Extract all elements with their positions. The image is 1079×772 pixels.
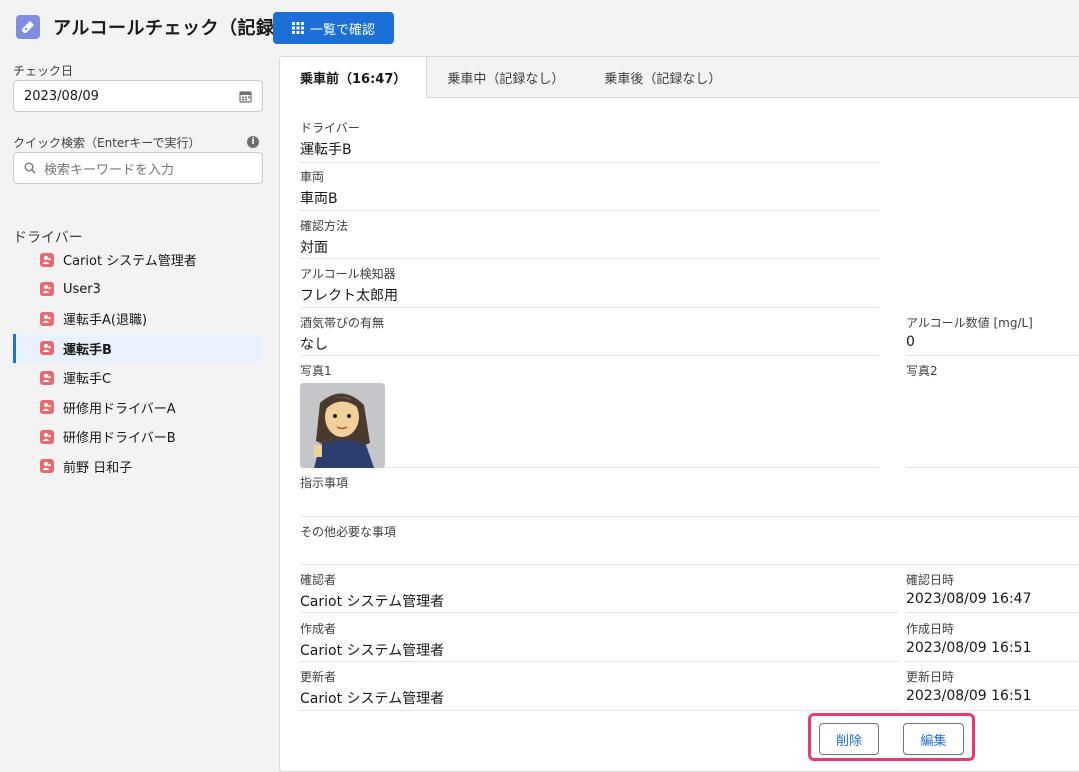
user-icon [40, 459, 54, 474]
field-value: フレクト太郎用 [300, 288, 398, 304]
sidebar-item-driver[interactable]: 運転手C [13, 363, 263, 393]
sidebar-item-driver[interactable]: 研修用ドライバーA [13, 393, 263, 423]
user-icon [40, 370, 54, 385]
user-icon [40, 429, 54, 444]
instructions-field: 指示事項 [300, 474, 1079, 517]
photo2-field: 写真2 [906, 362, 1079, 468]
quick-search-label: クイック検索（Enterキーで実行） [13, 136, 201, 150]
confirmed-at-field: 確認日時 2023/08/09 16:47 [906, 571, 1079, 613]
field-value: なし [300, 337, 328, 353]
grid-icon [291, 22, 304, 34]
calendar-icon[interactable] [239, 90, 252, 103]
detector-field: アルコール検知器 フレクト太郎用 [300, 265, 879, 308]
sidebar-item-driver[interactable]: Cariot システム管理者 [13, 245, 263, 275]
field-label: 車両 [300, 170, 325, 184]
sidebar-item-label: Cariot システム管理者 [63, 254, 197, 270]
intoxicated-field: 酒気帯びの有無 なし [300, 314, 879, 356]
sidebar-item-driver[interactable]: 前野 日和子 [13, 452, 263, 482]
field-label: 確認日時 [906, 573, 955, 587]
field-label: 更新日時 [906, 670, 955, 684]
confirmer-field: 確認者 Cariot システム管理者 [300, 571, 899, 613]
updated-at-field: 更新日時 2023/08/09 16:51 [906, 668, 1079, 711]
field-label: 更新者 [300, 670, 337, 684]
sidebar-item-driver[interactable]: 研修用ドライバーB [13, 422, 263, 452]
field-label: 写真2 [906, 364, 938, 378]
field-value: 運転手B [300, 142, 352, 158]
user-icon [40, 252, 54, 267]
field-value: 対面 [300, 240, 328, 256]
photo1-image[interactable] [300, 383, 385, 468]
user-icon [40, 311, 54, 326]
check-date-label: チェック日 [13, 64, 74, 78]
created-at-field: 作成日時 2023/08/09 16:51 [906, 620, 1079, 662]
photo1-field: 写真1 [300, 362, 879, 468]
field-label: 確認者 [300, 573, 337, 587]
driver-list: Cariot システム管理者 User3 運転手A(退職) 運転手B 運転手C 研修用ドラ… [13, 245, 263, 481]
tab-1[interactable]: 乗車中（記録なし） [427, 57, 584, 97]
field-value: Cariot システム管理者 [300, 643, 445, 659]
field-value: 車両B [300, 191, 338, 207]
list-view-label: 一覧で確認 [309, 22, 375, 38]
field-label: 酒気帯びの有無 [300, 316, 385, 330]
sidebar-item-label: 研修用ドライバーA [63, 401, 176, 417]
tab-2[interactable]: 乗車後（記録なし） [584, 57, 741, 97]
record-panel: 乗車前（16:47） 乗車中（記録なし） 乗車後（記録なし） ドライバー 運転手B … [279, 56, 1079, 772]
sidebar-item-label: 前野 日和子 [63, 460, 133, 476]
sidebar-item-driver[interactable]: User3 [13, 275, 263, 305]
field-value: 2023/08/09 16:51 [906, 640, 1032, 656]
sidebar-item-label: 研修用ドライバーB [63, 431, 176, 447]
app-icon [16, 15, 40, 39]
field-label: 作成者 [300, 622, 337, 636]
user-icon [40, 341, 54, 356]
sidebar-item-label: 運転手C [63, 372, 112, 388]
field-value: Cariot システム管理者 [300, 594, 445, 610]
field-label: 作成日時 [906, 622, 955, 636]
user-icon [40, 282, 54, 297]
tab-bar: 乗車前（16:47） 乗車中（記録なし） 乗車後（記録なし） [280, 57, 1079, 98]
driver-heading: ドライバー [13, 230, 83, 246]
delete-button[interactable]: 削除 [819, 723, 879, 755]
field-label: アルコール検知器 [300, 267, 396, 281]
vehicle-field: 車両 車両B [300, 168, 879, 211]
field-label: アルコール数値 [mg/L] [906, 316, 1033, 330]
search-placeholder: 検索キーワードを入力 [44, 162, 175, 178]
alcohol-value-field: アルコール数値 [mg/L] 0 [906, 314, 1079, 356]
info-icon[interactable]: i [247, 136, 259, 148]
search-input[interactable]: 検索キーワードを入力 [13, 152, 263, 184]
sidebar-item-driver[interactable]: 運転手A(退職) [13, 304, 263, 334]
sidebar-item-label: 運転手B [63, 342, 112, 358]
field-label: 確認方法 [300, 219, 349, 233]
edit-button[interactable]: 編集 [903, 723, 964, 755]
field-value: Cariot システム管理者 [300, 691, 445, 707]
page-title: アルコールチェック（記録） [53, 18, 293, 39]
check-date-input[interactable]: 2023/08/09 [13, 80, 263, 112]
field-value: 0 [906, 334, 915, 350]
list-view-button[interactable]: 一覧で確認 [273, 12, 394, 44]
method-field: 確認方法 対面 [300, 217, 879, 259]
tab-0[interactable]: 乗車前（16:47） [280, 57, 428, 98]
other-field: その他必要な事項 [300, 523, 1079, 565]
sidebar-item-label: User3 [63, 281, 101, 297]
field-label: その他必要な事項 [300, 525, 397, 539]
updater-field: 更新者 Cariot システム管理者 [300, 668, 899, 711]
field-label: ドライバー [300, 121, 360, 135]
sidebar-item-driver[interactable]: 運転手B [13, 333, 263, 363]
field-value: 2023/08/09 16:51 [906, 688, 1032, 704]
sidebar-item-label: 運転手A(退職) [63, 313, 148, 329]
field-value: 2023/08/09 16:47 [906, 591, 1032, 607]
check-date-value: 2023/08/09 [24, 88, 99, 104]
field-label: 指示事項 [300, 476, 349, 490]
field-label: 写真1 [300, 364, 332, 378]
driver-field: ドライバー 運転手B [300, 119, 879, 163]
user-icon [40, 400, 54, 415]
creator-field: 作成者 Cariot システム管理者 [300, 620, 899, 662]
search-icon [24, 162, 36, 174]
